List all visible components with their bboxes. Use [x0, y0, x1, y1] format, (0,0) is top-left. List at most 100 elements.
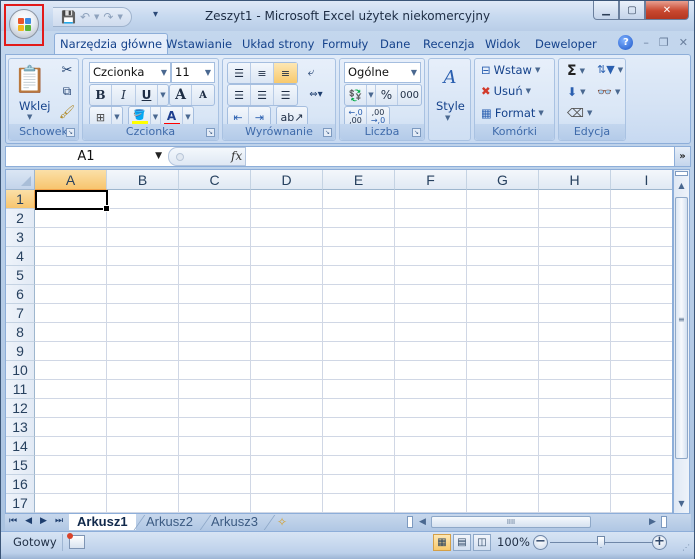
zoom-out-icon[interactable]: −: [533, 535, 548, 550]
thousands-button[interactable]: 000: [398, 85, 421, 105]
italic-button[interactable]: I: [112, 85, 136, 105]
zoom-level[interactable]: 100%: [497, 532, 530, 552]
row-header-8[interactable]: 8: [6, 323, 35, 342]
row-header-3[interactable]: 3: [6, 228, 35, 247]
bold-button[interactable]: B: [90, 85, 112, 105]
column-header-c[interactable]: C: [179, 170, 251, 190]
scroll-down-icon[interactable]: ▼: [675, 497, 688, 511]
insert-sheet-icon[interactable]: ✧: [269, 514, 295, 530]
row-header-17[interactable]: 17: [6, 494, 35, 513]
wrap-text-icon[interactable]: ⤶: [302, 62, 320, 82]
row-header-11[interactable]: 11: [6, 380, 35, 399]
copy-icon[interactable]: ⧉: [59, 83, 75, 99]
align-middle-icon[interactable]: ≡: [251, 63, 274, 83]
row-header-16[interactable]: 16: [6, 475, 35, 494]
page-layout-view-icon[interactable]: ▤: [453, 534, 471, 551]
expand-formula-bar-icon[interactable]: »: [674, 147, 690, 166]
last-sheet-icon[interactable]: ⏭: [55, 516, 63, 526]
tab-widok[interactable]: Widok: [480, 33, 525, 55]
autosum-button[interactable]: Σ ▼: [567, 63, 585, 79]
format-painter-icon[interactable]: 🖌: [59, 104, 76, 120]
font-name-combo[interactable]: Czcionka tek:▼: [89, 62, 171, 98]
scroll-left-icon[interactable]: ◀: [419, 515, 426, 529]
resize-grip-icon[interactable]: ⋰: [682, 544, 690, 552]
sheet-tab-arkusz3[interactable]: Arkusz3: [203, 514, 266, 530]
grow-font-button[interactable]: A: [170, 85, 192, 105]
row-header-12[interactable]: 12: [6, 399, 35, 418]
paste-icon[interactable]: 📋: [14, 63, 46, 97]
record-macro-icon[interactable]: [67, 533, 85, 549]
alignment-launcher-icon[interactable]: ↘: [323, 128, 332, 137]
vertical-scroll-thumb[interactable]: ≡: [675, 197, 688, 459]
tab-dane[interactable]: Dane: [375, 33, 415, 55]
column-header-i[interactable]: I: [611, 170, 672, 190]
chevron-down-icon[interactable]: ▼: [155, 147, 162, 166]
format-cells-button[interactable]: ▦ Format ▼: [481, 106, 544, 120]
column-header-h[interactable]: H: [539, 170, 611, 190]
spreadsheet-grid[interactable]: A B C D E F G H I 1 2 3 4 5 6 7 8 9 10 11 12 13 14 15 16 17: [5, 169, 673, 514]
normal-view-icon[interactable]: ▦: [433, 534, 451, 551]
name-box[interactable]: A1 ▼: [6, 147, 166, 166]
column-header-e[interactable]: E: [323, 170, 395, 190]
minimize-button[interactable]: ▁: [593, 1, 619, 20]
sort-filter-button[interactable]: ⇅▼ ▼: [597, 63, 623, 76]
page-break-view-icon[interactable]: ◫: [473, 534, 491, 551]
align-bottom-icon[interactable]: ≡: [274, 63, 297, 83]
zoom-slider-thumb[interactable]: [597, 536, 605, 548]
paste-button[interactable]: Wklej: [19, 99, 51, 113]
group-styles[interactable]: A Style ▼: [428, 58, 471, 141]
shrink-font-button[interactable]: A: [192, 85, 214, 105]
clipboard-launcher-icon[interactable]: ↘: [66, 128, 75, 137]
number-format-combo[interactable]: Ogólne ▼: [344, 62, 421, 83]
align-right-icon[interactable]: ☰: [274, 85, 297, 105]
scroll-up-icon[interactable]: ▲: [675, 179, 688, 193]
prev-sheet-icon[interactable]: ◀: [25, 516, 32, 526]
currency-icon[interactable]: 💱: [345, 85, 367, 105]
row-header-4[interactable]: 4: [6, 247, 35, 266]
row-header-1[interactable]: 1: [6, 190, 35, 209]
close-button[interactable]: ✕: [645, 1, 689, 20]
sheet-tab-arkusz2[interactable]: Arkusz2: [138, 514, 201, 530]
horizontal-scroll-thumb[interactable]: IIII: [431, 516, 591, 528]
horizontal-split-handle-right[interactable]: [661, 516, 667, 528]
row-header-6[interactable]: 6: [6, 285, 35, 304]
vertical-split-handle[interactable]: [675, 171, 688, 176]
cut-icon[interactable]: ✂: [59, 62, 75, 78]
tab-wstawianie[interactable]: Wstawianie: [161, 33, 237, 55]
workbook-restore-icon[interactable]: ❐: [659, 36, 669, 49]
align-left-icon[interactable]: ☰: [228, 85, 251, 105]
delete-cells-button[interactable]: ✖ Usuń ▼: [481, 84, 531, 98]
find-select-button[interactable]: 👓 ▼: [597, 85, 620, 99]
clear-button[interactable]: ⌫ ▼: [567, 106, 592, 120]
tab-narzedzia-glowne[interactable]: Narzędzia główne: [54, 33, 169, 55]
office-button[interactable]: [4, 4, 44, 46]
select-all-button[interactable]: [6, 170, 35, 190]
row-header-15[interactable]: 15: [6, 456, 35, 475]
tab-formuly[interactable]: Formuły: [317, 33, 373, 55]
merge-center-icon[interactable]: ⇔▾: [301, 84, 331, 104]
insert-cells-button[interactable]: ⊟ Wstaw ▼: [481, 63, 540, 77]
percent-button[interactable]: %: [376, 85, 398, 105]
column-header-f[interactable]: F: [395, 170, 467, 190]
fill-button[interactable]: ⬇ ▼: [567, 85, 585, 99]
underline-button[interactable]: U: [136, 85, 158, 105]
tab-recenzja[interactable]: Recenzja: [418, 33, 480, 55]
first-sheet-icon[interactable]: ⏮: [9, 516, 17, 526]
next-sheet-icon[interactable]: ▶: [40, 516, 47, 526]
row-header-9[interactable]: 9: [6, 342, 35, 361]
row-header-7[interactable]: 7: [6, 304, 35, 323]
column-header-g[interactable]: G: [467, 170, 539, 190]
styles-button[interactable]: Style: [436, 99, 465, 113]
number-launcher-icon[interactable]: ↘: [412, 128, 421, 137]
column-header-d[interactable]: D: [251, 170, 323, 190]
formula-grip-icon[interactable]: [176, 153, 184, 161]
vertical-scrollbar[interactable]: ▲ ≡ ▼: [673, 169, 690, 514]
currency-dropdown-icon[interactable]: ▼: [367, 85, 376, 105]
underline-dropdown-icon[interactable]: ▼: [158, 85, 168, 105]
tab-uklad-strony[interactable]: Układ strony: [237, 33, 319, 55]
workbook-minimize-icon[interactable]: –: [643, 36, 649, 49]
styles-dropdown-icon[interactable]: ▼: [445, 114, 450, 122]
row-header-2[interactable]: 2: [6, 209, 35, 228]
active-cell-a1[interactable]: [35, 190, 110, 212]
tab-deweloper[interactable]: Deweloper: [530, 33, 602, 55]
